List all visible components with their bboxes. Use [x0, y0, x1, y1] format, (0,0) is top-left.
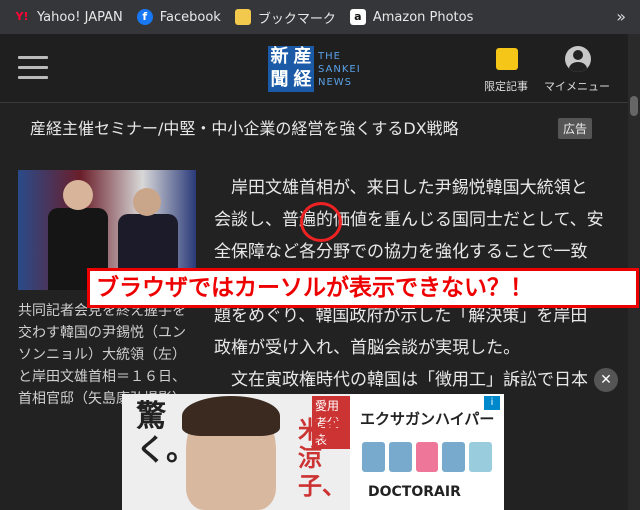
ad-product-images [362, 442, 492, 472]
ad-badge: 広告 [558, 118, 593, 139]
bookmark-label: Yahoo! JAPAN [37, 9, 123, 25]
ad-product: i エクサガンハイパー DOCTORAIR [350, 394, 504, 510]
scroll-thumb[interactable] [630, 96, 638, 116]
bookmark-label: ブックマーク [257, 11, 336, 27]
close-ad-button[interactable]: ✕ [594, 368, 618, 392]
ad-headline: 驚く。 [136, 399, 196, 468]
article-paragraph: 題をめぐり、韓国政府が示した「解決策」を岸田政権が受け入れ、首脳会談が実現した。 [214, 306, 588, 358]
my-menu-label[interactable]: マイメニュー [544, 78, 610, 94]
ad-image: 驚く。 愛用者代表 米倉涼子、 [122, 394, 350, 510]
members-only-label[interactable]: 限定記事 [484, 78, 528, 94]
ad-brand-logo: DOCTORAIR [368, 484, 461, 500]
yahoo-icon: Y! [15, 10, 29, 23]
advertisement[interactable]: 驚く。 愛用者代表 米倉涼子、 i エクサガンハイパー DOCTORAIR [122, 394, 504, 510]
bookmark-label: Amazon Photos [372, 9, 474, 25]
bookmark-folder[interactable]: ブックマーク [234, 0, 336, 34]
cursor-highlight-circle [300, 202, 342, 242]
site-header: 新産 聞経 THE SANKEI NEWS 限定記事 マイメニュー [0, 34, 628, 103]
promo-link[interactable]: 産経主催セミナー/中堅・中小企業の経営を強くするDX戦略 [30, 115, 459, 139]
bookmark-amazon-photos[interactable]: a Amazon Photos [349, 0, 474, 34]
bookmark-label: Facebook [159, 9, 221, 25]
bookmark-facebook[interactable]: f Facebook [136, 0, 221, 34]
user-icon[interactable] [565, 46, 591, 72]
ad-product-name: エクサガンハイパー [360, 410, 495, 428]
facebook-icon: f [136, 9, 153, 25]
bookmarks-bar: Y! Yahoo! JAPAN f Facebook ブックマーク a Amaz… [0, 0, 640, 34]
amazon-icon: a [349, 9, 366, 25]
ad-model-name: 米倉涼子、 [298, 415, 346, 500]
folder-icon [234, 9, 251, 25]
more-bookmarks-button[interactable]: » [616, 7, 626, 26]
lock-icon[interactable] [496, 48, 518, 70]
sankei-logo[interactable]: 新産 聞経 THE SANKEI NEWS [268, 46, 361, 92]
bookmark-yahoo[interactable]: Y! Yahoo! JAPAN [14, 0, 123, 34]
logo-kanji: 新産 聞経 [268, 46, 314, 92]
hamburger-menu-icon[interactable] [18, 56, 48, 86]
logo-english: THE SANKEI NEWS [318, 50, 361, 88]
ad-model-hair [182, 396, 280, 436]
annotation-banner: ブラウザではカーソルが表示できない？！ [87, 268, 639, 308]
